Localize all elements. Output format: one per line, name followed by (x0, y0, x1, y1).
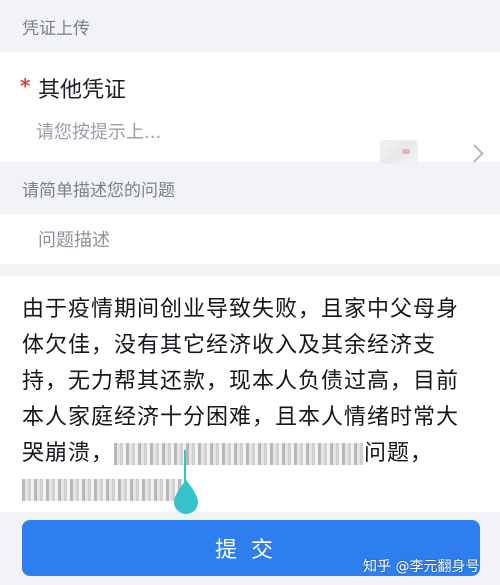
upload-section-header: 凭证上传 (0, 0, 500, 52)
description-line-blurred (22, 472, 476, 508)
description-section-header: 请简单描述您的问题 (0, 162, 500, 214)
description-line: 体欠佳，没有其它经济收入及其余经济支 (22, 333, 437, 358)
description-line: 由于疫情期间创业导致失败，且家中父母身 (22, 297, 460, 322)
chevron-right-icon (465, 144, 484, 163)
description-line: 持，无力帮其还款，现本人负债过高，目前 (22, 369, 460, 394)
voucher-label: 其他凭证 (38, 78, 127, 103)
upload-section-title: 凭证上传 (22, 18, 90, 39)
watermark: 知乎 @李元翻身号 (363, 559, 480, 575)
voucher-hint: 请您按提示上... (36, 122, 162, 143)
problem-description-label: 问题描述 (38, 230, 110, 251)
voucher-row[interactable]: * 其他凭证 请您按提示上... (0, 52, 500, 164)
voucher-thumbnail[interactable] (380, 140, 418, 164)
problem-description-textarea[interactable]: 由于疫情期间创业导致失败，且家中父母身 体欠佳，没有其它经济收入及其余经济支 持… (0, 276, 500, 512)
description-line-blurred: 哭崩溃， 问题， (22, 436, 476, 472)
blurred-text (22, 479, 182, 501)
description-line-text: 问题， (364, 441, 434, 466)
description-line: 本人家庭经济十分困难，且本人情绪时常大 (22, 405, 460, 430)
text-cursor (184, 450, 186, 484)
gap-divider (0, 264, 500, 276)
blurred-text (114, 443, 365, 465)
problem-label-row: 问题描述 (0, 214, 500, 264)
required-mark: * (20, 74, 31, 98)
text-selection-handle-icon[interactable] (172, 480, 200, 514)
description-line-text: 哭崩溃， (22, 441, 115, 466)
description-section-title: 请简单描述您的问题 (22, 180, 175, 201)
